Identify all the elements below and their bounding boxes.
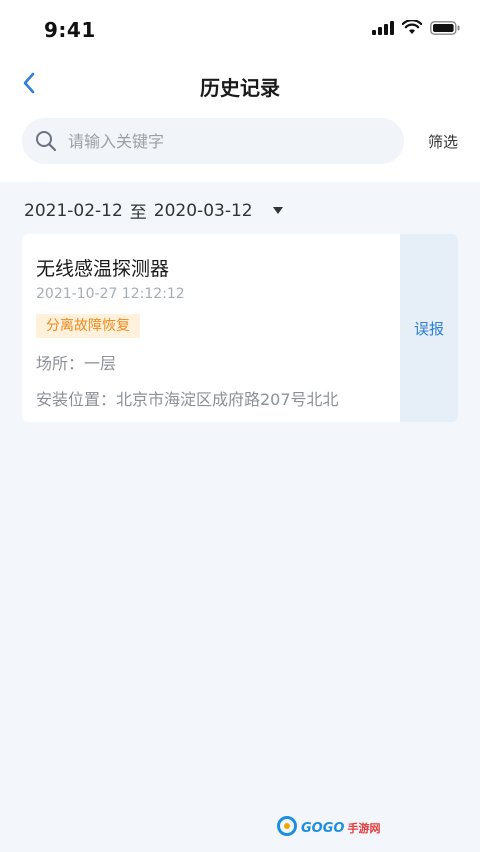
date-range-picker[interactable]: 2021-02-12 至 2020-03-12 (24, 198, 283, 223)
battery-icon (430, 20, 460, 39)
gogo-logo-icon (276, 816, 298, 840)
search-icon (34, 129, 58, 153)
date-start: 2021-02-12 (24, 200, 123, 221)
search-input[interactable] (68, 131, 368, 151)
search-row: 筛选 (0, 118, 480, 164)
record-title: 无线感温探测器 (36, 258, 170, 280)
filter-button[interactable]: 筛选 (428, 131, 458, 152)
record-card: 无线感温探测器 2021-10-27 12:12:12 分离故障恢复 场所：一层… (22, 234, 458, 422)
date-separator: 至 (129, 203, 147, 223)
record-card-body[interactable]: 无线感温探测器 2021-10-27 12:12:12 分离故障恢复 场所：一层… (22, 234, 400, 422)
date-end: 2020-03-12 (153, 200, 253, 221)
watermark-brand: GOGO (301, 820, 345, 836)
status-badge: 分离故障恢复 (36, 314, 140, 338)
false-alarm-button[interactable]: 误报 (400, 234, 458, 422)
content-area: 2021-02-12 至 2020-03-12 无线感温探测器 2021-10-… (0, 182, 480, 852)
caret-down-icon (272, 207, 283, 214)
status-time: 9:41 (44, 18, 96, 42)
signal-icon (372, 20, 394, 39)
search-box[interactable] (22, 118, 404, 164)
record-time: 2021-10-27 12:12:12 (36, 286, 185, 302)
nav-bar: 历史记录 (0, 62, 480, 108)
status-icons (372, 19, 460, 39)
wifi-icon (401, 19, 423, 39)
record-address: 安装位置：北京市海淀区成府路207号北北 (36, 390, 339, 409)
app-screen: 9:41 历史记录 请输入关键字 筛选 2021-02-12 至 2020-03… (0, 0, 480, 852)
status-bar: 9:41 (0, 0, 480, 60)
watermark-suffix: 手游网 (347, 822, 381, 835)
watermark-logo: GOGO 手游网 (276, 816, 380, 840)
record-location: 场所：一层 (36, 354, 117, 373)
page-title: 历史记录 (200, 76, 280, 100)
